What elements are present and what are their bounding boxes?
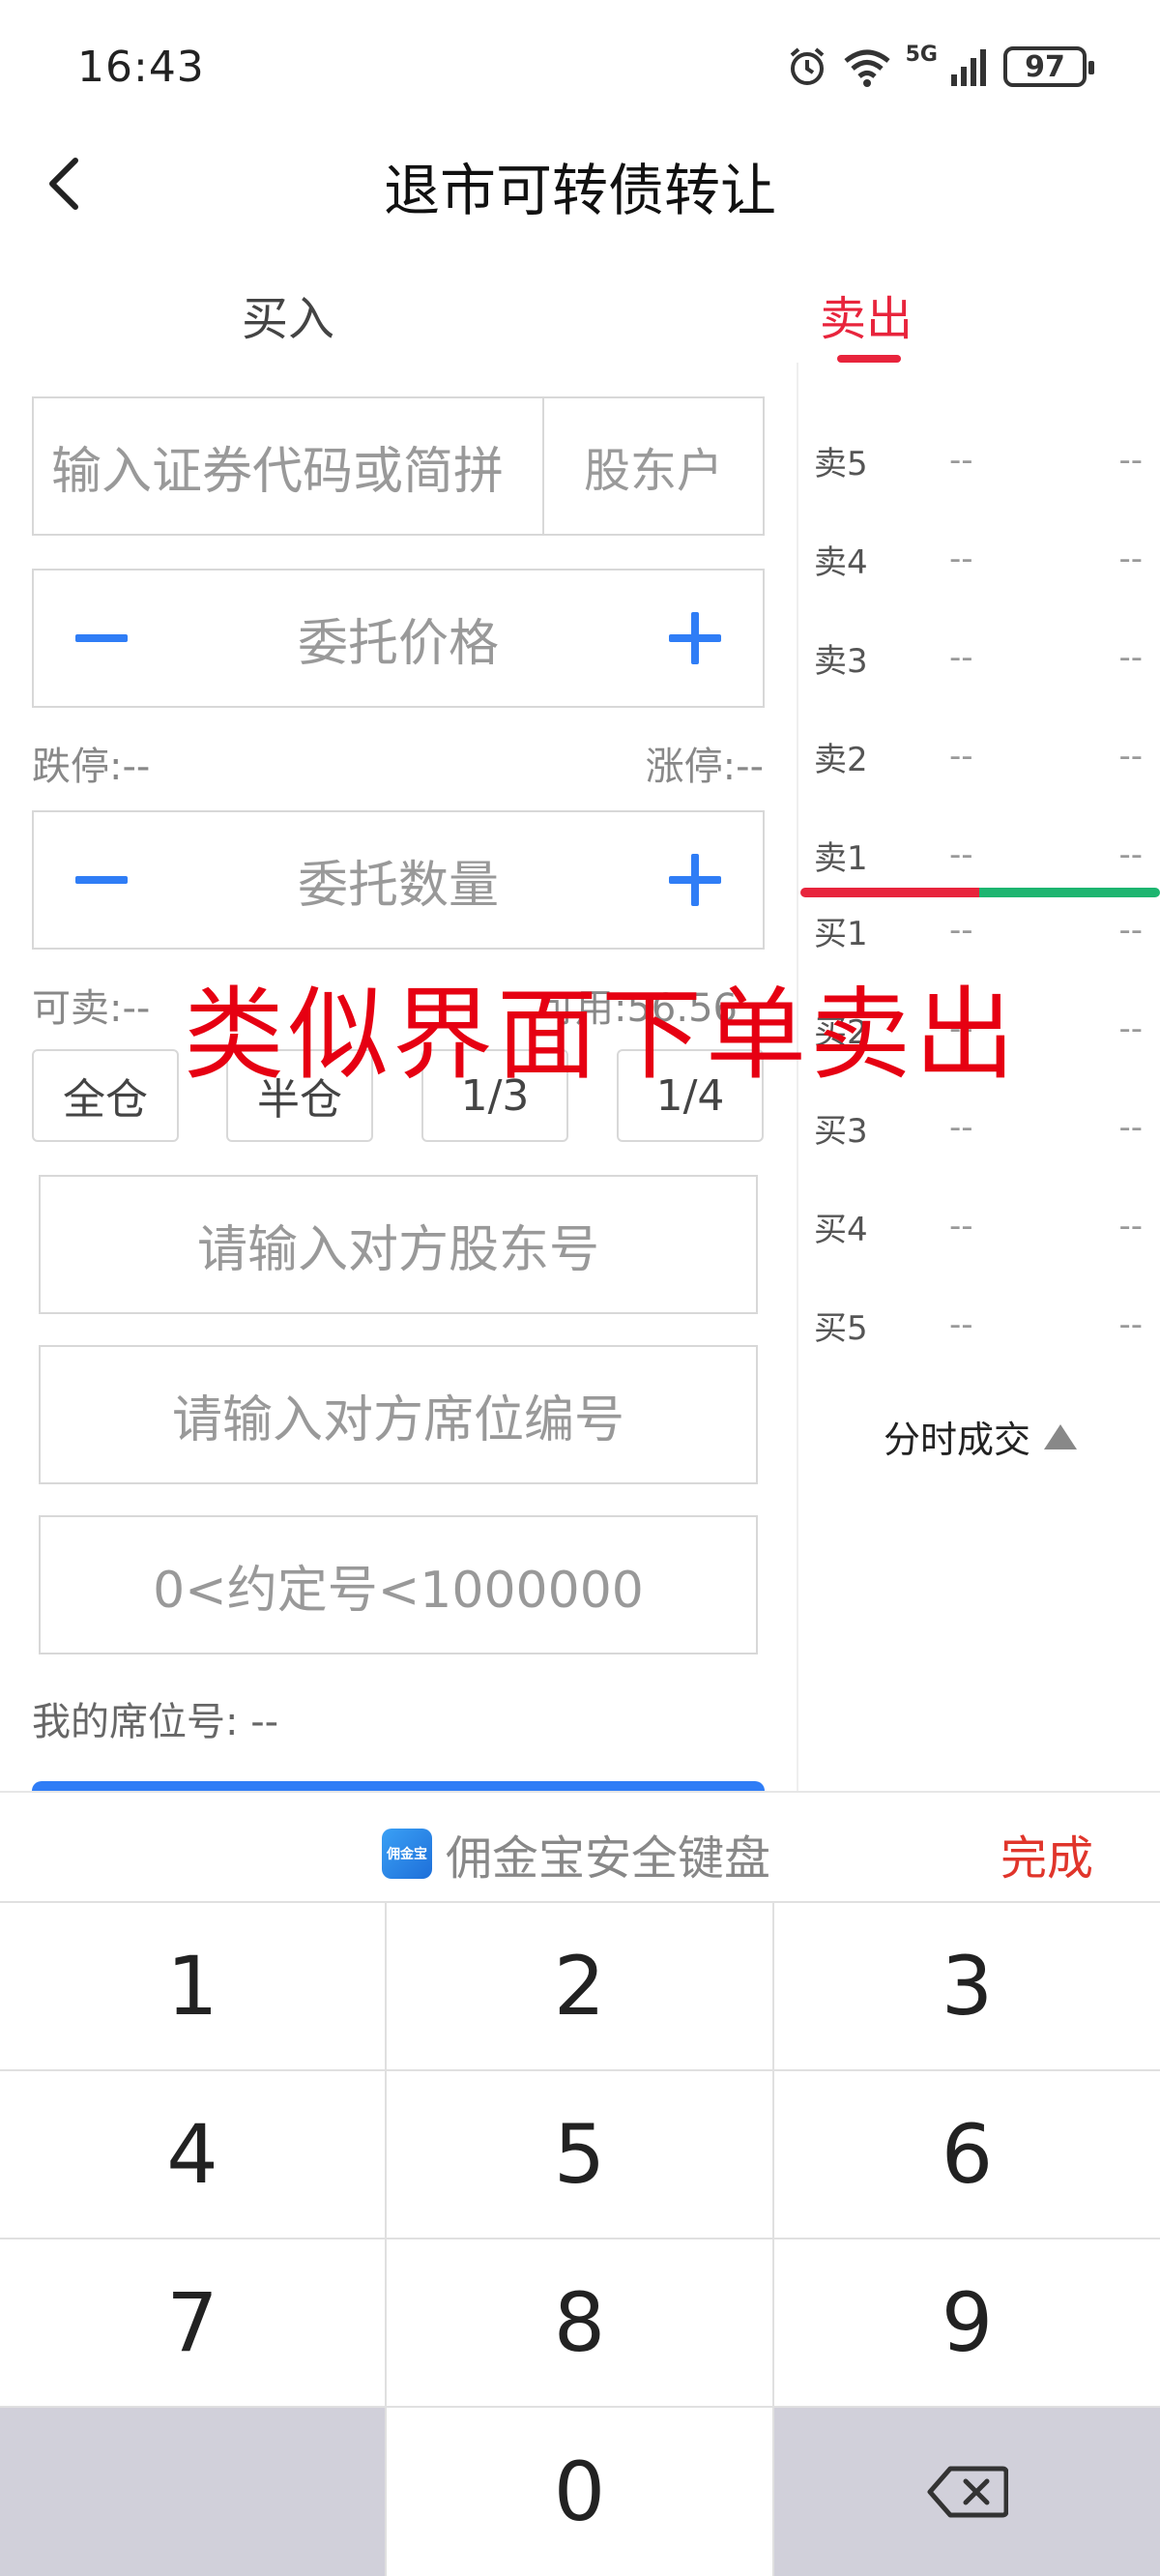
ask-price: -- bbox=[949, 540, 973, 578]
app-logo: 佣金宝 bbox=[382, 1829, 432, 1879]
key-4[interactable]: 4 bbox=[0, 2071, 385, 2238]
ask-price: -- bbox=[949, 638, 973, 677]
ask-row: 卖3 -- -- bbox=[814, 629, 1143, 687]
bid-ratio-bar bbox=[979, 888, 1160, 897]
limit-down-label: 跌停:-- bbox=[32, 745, 151, 789]
key-6[interactable]: 6 bbox=[774, 2071, 1160, 2238]
ask-label: 卖4 bbox=[814, 542, 868, 582]
bid-label: 买3 bbox=[814, 1111, 868, 1151]
status-time: 16:43 bbox=[77, 43, 205, 92]
alarm-icon bbox=[790, 47, 824, 85]
submit-button-edge[interactable] bbox=[32, 1781, 765, 1791]
signal-bars-icon bbox=[951, 49, 986, 86]
quantity-input[interactable]: 委托数量 bbox=[169, 844, 627, 917]
ask-ratio-bar bbox=[800, 888, 979, 897]
active-tab-indicator bbox=[837, 355, 901, 363]
key-8[interactable]: 8 bbox=[387, 2239, 772, 2406]
bid-volume: -- bbox=[1118, 1207, 1143, 1245]
keyboard-title: 佣金宝 佣金宝安全键盘 bbox=[382, 1820, 770, 1888]
key-1[interactable]: 1 bbox=[0, 1903, 385, 2069]
bid-price: -- bbox=[949, 1108, 973, 1147]
page-title: 退市可转债转让 bbox=[383, 158, 776, 223]
ask-row: 卖2 -- -- bbox=[814, 727, 1143, 785]
bid-volume: -- bbox=[1118, 1108, 1143, 1147]
ask-label: 卖5 bbox=[814, 444, 868, 483]
backspace-icon bbox=[927, 2466, 1008, 2518]
price-increase-button[interactable] bbox=[627, 571, 763, 706]
bid-row: 买1 -- -- bbox=[814, 901, 1143, 959]
keyboard-title-label: 佣金宝安全键盘 bbox=[446, 1831, 771, 1886]
quantity-decrease-button[interactable] bbox=[34, 812, 169, 948]
keyboard-done-button[interactable]: 完成 bbox=[1000, 1820, 1093, 1888]
tab-buy[interactable]: 买入 bbox=[242, 280, 334, 348]
key-blank bbox=[0, 2408, 385, 2576]
ask-row: 卖4 -- -- bbox=[814, 530, 1143, 588]
ask-volume: -- bbox=[1118, 540, 1143, 578]
bid-price: -- bbox=[949, 911, 973, 950]
sellable-label: 可卖:-- bbox=[32, 986, 151, 1031]
wifi-icon bbox=[844, 49, 890, 87]
price-stepper: 委托价格 bbox=[32, 569, 765, 708]
status-icons: 5G 97 bbox=[786, 43, 1094, 91]
bid-volume: -- bbox=[1118, 1305, 1143, 1344]
security-code-row: 输入证券代码或简拼 股东户 bbox=[32, 396, 765, 536]
bid-label: 买5 bbox=[814, 1308, 868, 1348]
bid-volume: -- bbox=[1118, 911, 1143, 950]
bid-row: 买5 -- -- bbox=[814, 1296, 1143, 1354]
key-3[interactable]: 3 bbox=[774, 1903, 1160, 2069]
counterparty-holder-input[interactable]: 请输入对方股东号 bbox=[39, 1175, 758, 1314]
agreement-number-input[interactable]: 0<约定号<1000000 bbox=[39, 1515, 758, 1654]
tab-sell[interactable]: 卖出 bbox=[820, 280, 913, 348]
ask-volume: -- bbox=[1118, 441, 1143, 480]
ask-price: -- bbox=[949, 737, 973, 776]
ask-label: 卖3 bbox=[814, 641, 868, 681]
ask-row: 卖5 -- -- bbox=[814, 431, 1143, 489]
ask-label: 卖1 bbox=[814, 838, 868, 878]
bid-label: 买1 bbox=[814, 914, 868, 953]
intraday-trades-toggle[interactable]: 分时成交 bbox=[884, 1410, 1078, 1463]
ask-volume: -- bbox=[1118, 835, 1143, 874]
minus-icon bbox=[75, 876, 128, 884]
numeric-keypad: 1 2 3 4 5 6 7 8 9 0 bbox=[0, 1901, 1160, 2576]
bid-row: 买4 -- -- bbox=[814, 1197, 1143, 1255]
ask-label: 卖2 bbox=[814, 740, 868, 779]
key-5[interactable]: 5 bbox=[387, 2071, 772, 2238]
quantity-increase-button[interactable] bbox=[627, 812, 763, 948]
network-type-label: 5G bbox=[905, 43, 938, 67]
bid-label: 买4 bbox=[814, 1210, 868, 1249]
ask-row: 卖1 -- -- bbox=[814, 826, 1143, 884]
bid-row: 买3 -- -- bbox=[814, 1098, 1143, 1156]
price-decrease-button[interactable] bbox=[34, 571, 169, 706]
bid-price: -- bbox=[949, 1305, 973, 1344]
bid-volume: -- bbox=[1118, 1010, 1143, 1048]
plus-icon bbox=[669, 612, 721, 664]
triangle-up-icon bbox=[1044, 1423, 1078, 1449]
ask-volume: -- bbox=[1118, 737, 1143, 776]
ask-volume: -- bbox=[1118, 638, 1143, 677]
ask-price: -- bbox=[949, 441, 973, 480]
price-input[interactable]: 委托价格 bbox=[169, 602, 627, 675]
full-position-button[interactable]: 全仓 bbox=[32, 1049, 179, 1142]
intraday-trades-label: 分时成交 bbox=[884, 1419, 1031, 1461]
battery-indicator: 97 bbox=[1003, 46, 1094, 87]
minus-icon bbox=[75, 634, 128, 642]
plus-icon bbox=[669, 854, 721, 906]
ask-price: -- bbox=[949, 835, 973, 874]
quantity-stepper: 委托数量 bbox=[32, 810, 765, 950]
key-9[interactable]: 9 bbox=[774, 2239, 1160, 2406]
my-seat-number: 我的席位号: -- bbox=[32, 1700, 279, 1744]
key-0[interactable]: 0 bbox=[387, 2408, 772, 2576]
backspace-key[interactable] bbox=[774, 2408, 1160, 2576]
annotation-overlay: 类似界面下单卖出 bbox=[184, 976, 1020, 1094]
bid-price: -- bbox=[949, 1207, 973, 1245]
key-2[interactable]: 2 bbox=[387, 1903, 772, 2069]
counterparty-seat-input[interactable]: 请输入对方席位编号 bbox=[39, 1345, 758, 1484]
security-code-input[interactable]: 输入证券代码或简拼 bbox=[34, 430, 542, 503]
limit-up-label: 涨停:-- bbox=[645, 745, 764, 789]
shareholder-account-select[interactable]: 股东户 bbox=[542, 398, 763, 534]
key-7[interactable]: 7 bbox=[0, 2239, 385, 2406]
